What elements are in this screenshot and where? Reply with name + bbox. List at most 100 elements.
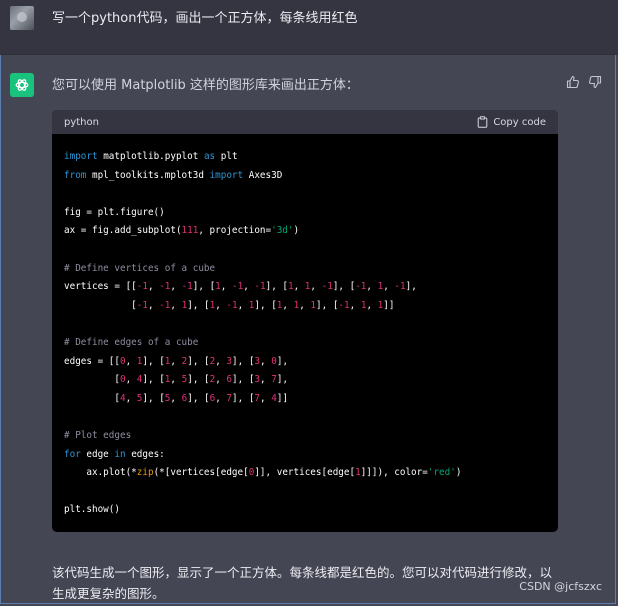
code-token: -1 bbox=[355, 281, 367, 293]
chatgpt-logo-icon bbox=[10, 73, 34, 97]
code-block: python Copy code import matplotlib.pyplo… bbox=[52, 110, 558, 532]
code-token: 'red' bbox=[427, 467, 456, 479]
code-token: ], bbox=[276, 355, 289, 367]
code-token: for bbox=[64, 448, 81, 460]
thumbs-down-icon[interactable] bbox=[588, 74, 602, 89]
code-block-header: python Copy code bbox=[52, 110, 558, 134]
code-token: ], [ bbox=[187, 299, 210, 311]
code-token: ]]]), color= bbox=[360, 467, 428, 479]
code-token: vertices = [[ bbox=[64, 281, 137, 293]
code-token: , bbox=[215, 299, 227, 311]
thumbs-up-icon[interactable] bbox=[566, 74, 580, 89]
code-token: , projection= bbox=[198, 225, 272, 237]
code-token: ]] bbox=[383, 299, 395, 311]
code-token: Axes3D bbox=[243, 169, 283, 181]
code-language-label: python bbox=[64, 116, 99, 128]
code-token: , bbox=[260, 392, 272, 404]
code-token: , bbox=[170, 355, 182, 367]
assistant-closing-text: 该代码生成一个图形，显示了一个正方体。每条线都是红色的。您可以对代码进行修改，以… bbox=[52, 565, 553, 601]
code-token: edge bbox=[80, 448, 115, 460]
code-token: , bbox=[349, 299, 361, 311]
code-token: ], [ bbox=[316, 299, 339, 311]
code-token: ], bbox=[276, 374, 289, 386]
code-token: , bbox=[170, 374, 182, 386]
code-token: -1 bbox=[254, 281, 266, 293]
code-token: ], [ bbox=[232, 374, 255, 386]
code-token: , bbox=[260, 374, 272, 386]
user-avatar bbox=[10, 6, 34, 30]
code-token: fig = plt.figure() bbox=[64, 206, 165, 218]
code-line: # Define vertices of a cube bbox=[64, 260, 546, 279]
user-message-text: 写一个python代码，画出一个正方体，每条线用红色 bbox=[52, 11, 358, 26]
copy-code-button[interactable]: Copy code bbox=[477, 116, 546, 128]
code-content[interactable]: import matplotlib.pyplot as plt from mpl_… bbox=[52, 134, 558, 532]
code-token: , bbox=[170, 281, 182, 293]
code-token: ], [ bbox=[192, 281, 216, 293]
code-token: , bbox=[282, 299, 294, 311]
code-line: # Plot edges bbox=[64, 427, 546, 446]
code-token: ], bbox=[405, 281, 417, 293]
code-token: (*[vertices[edge[ bbox=[153, 467, 249, 479]
code-line: [0, 4], [1, 5], [2, 6], [3, 7], bbox=[64, 371, 546, 390]
code-token: [ bbox=[64, 392, 120, 404]
code-token: ], [ bbox=[187, 392, 210, 404]
code-line: for edge in edges: bbox=[64, 446, 546, 465]
code-token: plt.show() bbox=[64, 504, 120, 516]
openai-knot-icon bbox=[15, 79, 29, 91]
code-token: , bbox=[366, 299, 378, 311]
code-token: import bbox=[64, 151, 98, 162]
code-token: ], [ bbox=[232, 392, 255, 404]
code-line: [4, 5], [5, 6], [6, 7], [7, 4]] bbox=[64, 390, 546, 409]
code-line: plt.show() bbox=[64, 501, 546, 520]
code-token: ], [ bbox=[142, 374, 165, 386]
code-token: matplotlib.pyplot bbox=[97, 151, 204, 162]
user-message-row: 写一个python代码，画出一个正方体，每条线用红色 bbox=[0, 0, 618, 55]
code-token: , bbox=[215, 355, 227, 367]
code-token: , bbox=[215, 392, 227, 404]
code-token: , bbox=[243, 281, 255, 293]
code-token: ax = fig.add_subplot( bbox=[64, 225, 182, 237]
code-token: , bbox=[125, 355, 137, 367]
code-token: , bbox=[215, 374, 227, 386]
thumbs-up-glyph bbox=[566, 75, 579, 89]
code-token: ], [ bbox=[142, 355, 165, 367]
code-token: ) bbox=[293, 225, 300, 237]
code-line: vertices = [[-1, -1, -1], [1, -1, -1], [… bbox=[64, 278, 546, 297]
code-token: , bbox=[293, 281, 305, 293]
code-token: , bbox=[170, 299, 182, 311]
clipboard-icon bbox=[478, 116, 488, 128]
code-token: edges = [[ bbox=[64, 355, 120, 367]
code-token: ], [ bbox=[254, 299, 277, 311]
code-token: -1 bbox=[321, 281, 333, 293]
code-token: ], [ bbox=[187, 374, 210, 386]
code-token: -1 bbox=[136, 281, 148, 293]
csdn-watermark: CSDN @jcfszxc bbox=[519, 580, 602, 593]
copy-code-label: Copy code bbox=[493, 116, 546, 128]
code-token: -1 bbox=[181, 281, 193, 293]
code-token: [ bbox=[64, 299, 137, 311]
code-token: plt bbox=[215, 151, 238, 162]
code-token: , bbox=[220, 281, 232, 293]
code-token: -1 bbox=[159, 281, 171, 293]
code-line: ax = fig.add_subplot(111, projection='3d… bbox=[64, 222, 546, 241]
code-token: zip bbox=[136, 467, 154, 479]
code-token: , bbox=[237, 299, 249, 311]
code-token: , bbox=[366, 281, 378, 293]
code-token: # Define vertices of a cube bbox=[64, 262, 216, 274]
code-token: ]] bbox=[276, 392, 289, 404]
code-token: , bbox=[383, 281, 395, 293]
code-token: ], [ bbox=[187, 355, 210, 367]
code-token: , bbox=[170, 392, 182, 404]
code-token: ], [ bbox=[265, 281, 288, 293]
code-line: fig = plt.figure() bbox=[64, 204, 546, 223]
code-token: # Define edges of a cube bbox=[64, 336, 199, 348]
code-token: , bbox=[260, 355, 272, 367]
code-token: ) bbox=[455, 467, 462, 479]
code-token: , bbox=[125, 374, 137, 386]
code-token: , bbox=[125, 392, 137, 404]
code-line: [-1, -1, 1], [1, -1, 1], [1, 1, 1], [-1,… bbox=[64, 297, 546, 316]
code-token: -1 bbox=[338, 299, 350, 311]
